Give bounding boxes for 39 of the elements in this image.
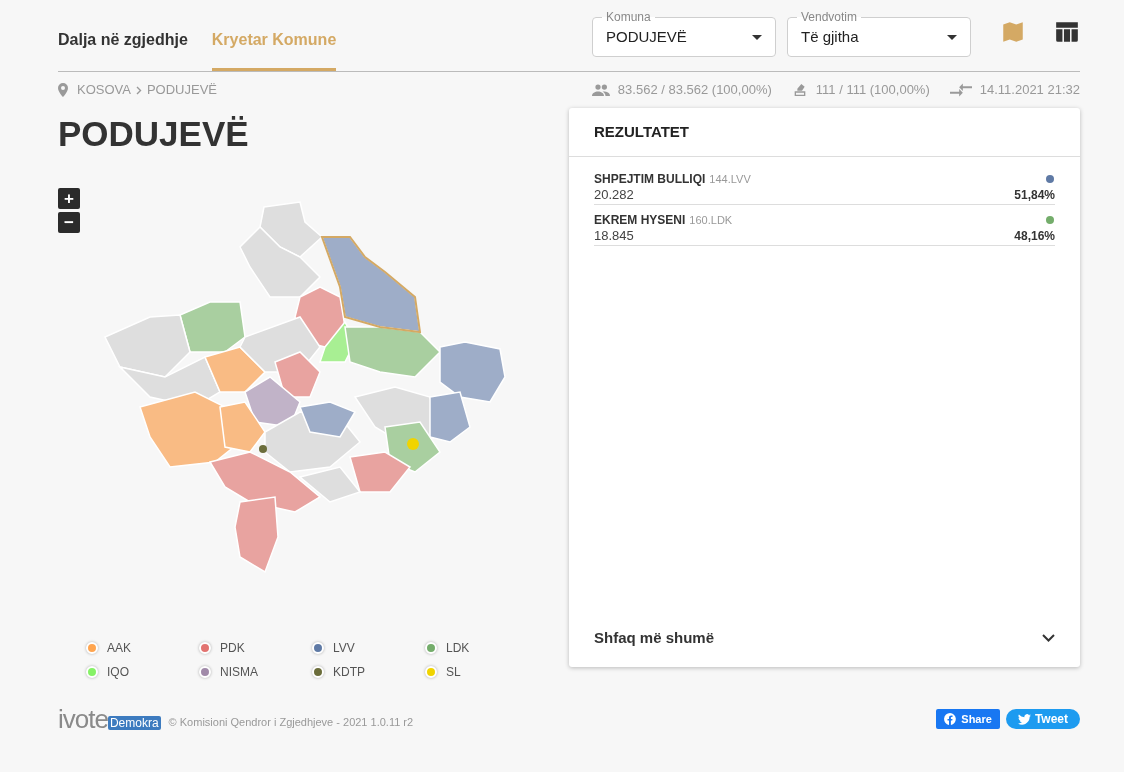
chevron-right-icon <box>135 85 142 95</box>
legend-label: PDK <box>220 640 245 657</box>
candidate-name: SHPEJTIM BULLIQI <box>594 171 706 188</box>
facebook-icon <box>944 713 957 725</box>
location-pin-icon <box>58 83 68 97</box>
legend-label: AAK <box>107 640 131 657</box>
legend-label: NISMA <box>220 664 258 681</box>
show-more-button[interactable]: Shfaq më shumë <box>569 609 1080 667</box>
legend-label: LVV <box>333 640 355 657</box>
copyright-text: © Komisioni Qendror i Zgjedhjeve - 2021 1.0.11 r2 <box>168 714 414 730</box>
card-title: REZULTATET <box>594 121 689 142</box>
legend-label: KDTP <box>333 664 365 681</box>
dropdown-caret-icon <box>752 34 762 40</box>
vote-count: 20.282 <box>594 186 634 205</box>
dropdown-caret-icon <box>947 34 957 40</box>
stat-text: 111 / 111 (100,00%) <box>815 81 930 100</box>
select-field[interactable]: Vendvotim Të gjitha <box>787 10 971 57</box>
facebook-share-button[interactable]: Share <box>936 709 1000 729</box>
vote-percent: 48,16% <box>1014 228 1055 245</box>
stat-text: 14.11.2021 21:32 <box>979 81 1080 100</box>
arrows-icon <box>949 82 972 98</box>
party-code: 144.LVV <box>709 171 751 187</box>
people-icon <box>591 83 610 97</box>
legend-label: SL <box>446 664 461 681</box>
legend-label: LDK <box>446 640 470 657</box>
party-code: 160.LDK <box>689 212 733 228</box>
zoom-out-button[interactable]: − <box>58 212 80 233</box>
vote-percent: 51,84% <box>1014 187 1055 204</box>
select-field[interactable]: Komuna PODUJEVË <box>592 10 776 57</box>
vote-count: 18.845 <box>594 227 634 246</box>
page-title: PODUJEVË <box>58 114 250 154</box>
stat-text: 83.562 / 83.562 (100,00%) <box>617 81 772 100</box>
candidate-name: EKREM HYSENI <box>594 212 686 229</box>
bird-icon <box>1017 713 1031 725</box>
zoom-in-button[interactable]: + <box>58 188 80 209</box>
nav-tab[interactable]: Dalja në zgjedhje <box>58 0 188 71</box>
legend-label: IQO <box>107 664 129 681</box>
chevron-down-icon <box>1042 634 1055 642</box>
ivote-logo: ivote Demokra <box>58 707 161 731</box>
